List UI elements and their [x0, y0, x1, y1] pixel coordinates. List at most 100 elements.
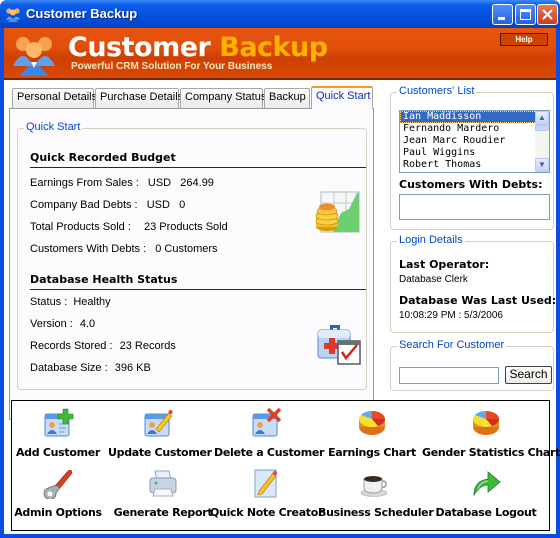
status-value: Healthy [73, 296, 111, 308]
version-row: Version : 4.0 [30, 318, 95, 330]
earnings-value: USD 264.99 [147, 177, 214, 189]
pie-chart-icon [473, 411, 499, 435]
db-size-label: Database Size : [30, 362, 108, 374]
earnings-label: Earnings From Sales : [30, 177, 139, 189]
update-customer-icon [144, 410, 173, 437]
search-customer-label: Search For Customer [397, 339, 507, 351]
coffee-cup-icon [360, 476, 388, 497]
add-customer-icon [44, 408, 74, 437]
quick-start-group: Quick Start Quick Recorded Budget Earnin… [17, 121, 367, 390]
brand-tagline: Powerful CRM Solution For Your Business [71, 61, 273, 72]
delete-customer-icon [252, 407, 282, 437]
admin-options-label: Admin Options [14, 506, 102, 519]
records-row: Records Stored : 23 Records [30, 340, 176, 352]
customers-list-scrollbar[interactable]: ▲ ▼ [535, 111, 549, 172]
database-logout-button[interactable]: Database Logout [432, 467, 540, 519]
tab-purchase-details[interactable]: Purchase Details [95, 88, 183, 108]
budget-divider [30, 167, 366, 168]
maximize-button[interactable] [515, 4, 536, 25]
add-customer-button[interactable]: Add Customer [14, 407, 102, 459]
quick-note-creator-button[interactable]: Quick Note Creator [210, 467, 324, 519]
customers-group-logo-icon [13, 37, 55, 76]
customer-list-item[interactable]: Fernando Mardero [400, 123, 549, 135]
customer-list-item[interactable]: Jean Marc Roudier [400, 135, 549, 147]
customers-list-label: Customers' List [397, 85, 477, 97]
records-value: 23 Records [119, 340, 176, 352]
generate-report-label: Generate Report [113, 506, 213, 519]
business-scheduler-button[interactable]: Business Scheduler [318, 467, 434, 519]
note-pencil-icon [254, 469, 278, 498]
earnings-chart-button[interactable]: Earnings Chart [324, 407, 420, 459]
earnings-chart-label: Earnings Chart [328, 446, 416, 459]
add-customer-label: Add Customer [15, 446, 101, 459]
health-divider [30, 289, 366, 290]
app-window: Customer Backup Customer Backup Powerful… [0, 0, 560, 538]
customer-list-item[interactable]: Paul Wiggins [400, 147, 549, 159]
help-button[interactable]: Help [500, 33, 548, 46]
products-sold-value: 23 Products Sold [143, 221, 228, 233]
records-label: Records Stored : [30, 340, 113, 352]
gender-statistics-chart-label: Gender Statistics Chart [422, 446, 560, 459]
earnings-coins-chart-icon [315, 191, 360, 233]
delete-customer-button[interactable]: Delete a Customer [214, 407, 324, 459]
search-button[interactable]: Search [505, 366, 552, 384]
status-row: Status : Healthy [30, 296, 111, 308]
products-sold-row: Total Products Sold : 23 Products Sold [30, 221, 228, 233]
business-scheduler-label: Business Scheduler [318, 506, 434, 519]
customers-with-debts-list[interactable] [399, 194, 550, 220]
gender-statistics-chart-button[interactable]: Gender Statistics Chart [422, 407, 560, 459]
close-button[interactable] [537, 4, 558, 25]
minimize-button[interactable] [492, 4, 513, 25]
customers-debts-label: Customers With Debts : [30, 243, 147, 255]
last-operator-value: Database Clerk [399, 274, 468, 285]
logout-arrow-icon [473, 471, 501, 497]
bad-debts-value: USD 0 [146, 199, 186, 211]
window-title: Customer Backup [26, 6, 138, 21]
scroll-down-icon[interactable]: ▼ [535, 158, 549, 172]
search-input[interactable] [399, 367, 499, 384]
tab-company-status[interactable]: Company Status [180, 88, 266, 108]
client-area: Customer Backup Powerful CRM Solution Fo… [4, 28, 560, 534]
right-sidebar: Customers' List Ian Maddisson Fernando M… [382, 80, 556, 420]
minimize-icon [498, 17, 505, 20]
quick-note-creator-label: Quick Note Creator [210, 506, 324, 519]
medical-kit-checklist-icon [317, 325, 361, 365]
earnings-row: Earnings From Sales : USD 264.99 [30, 177, 214, 189]
brand-name-accent: Backup [219, 32, 328, 63]
tab-backup[interactable]: Backup [264, 88, 310, 108]
db-size-value: 396 KB [114, 362, 151, 374]
app-header-banner: Customer Backup Powerful CRM Solution Fo… [4, 28, 556, 80]
bad-debts-label: Company Bad Debts : [30, 199, 138, 211]
health-section-title: Database Health Status [30, 273, 178, 286]
customers-debts-value: 0 Customers [155, 243, 218, 255]
customer-list-item[interactable]: Ian Maddisson [400, 111, 549, 123]
login-details-group: Login Details Last Operator: Database Cl… [390, 234, 557, 333]
title-bar[interactable]: Customer Backup [0, 0, 560, 28]
tab-personal-details[interactable]: Personal Details [12, 88, 97, 108]
database-logout-label: Database Logout [435, 506, 537, 519]
customers-debts-row: Customers With Debts : 0 Customers [30, 243, 218, 255]
wrench-icon [43, 470, 73, 500]
tab-quick-start[interactable]: Quick Start [311, 86, 373, 109]
quick-start-group-label: Quick Start [24, 121, 83, 133]
pie-chart-icon [359, 411, 385, 435]
bad-debts-row: Company Bad Debts : USD 0 [30, 199, 185, 211]
update-customer-button[interactable]: Update Customer [108, 407, 212, 459]
customer-list-item[interactable]: Robert Thomas [400, 159, 549, 171]
version-value: 4.0 [79, 318, 96, 330]
scroll-up-icon[interactable]: ▲ [535, 111, 549, 125]
generate-report-button[interactable]: Generate Report [108, 467, 218, 519]
customers-with-debts-label: Customers With Debts: [399, 178, 543, 191]
admin-options-button[interactable]: Admin Options [14, 467, 102, 519]
db-size-row: Database Size : 396 KB [30, 362, 151, 374]
customers-listbox[interactable]: Ian Maddisson Fernando Mardero Jean Marc… [399, 110, 550, 173]
scrollbar-thumb[interactable] [535, 125, 549, 131]
products-sold-label: Total Products Sold : [30, 221, 131, 233]
last-operator-label: Last Operator: [399, 258, 490, 271]
app-icon [6, 8, 20, 22]
brand-title: Customer Backup [68, 32, 328, 63]
last-used-label: Database Was Last Used: [399, 294, 557, 307]
maximize-icon [520, 9, 531, 20]
quick-start-panel: Quick Start Quick Recorded Budget Earnin… [9, 108, 374, 420]
budget-section-title: Quick Recorded Budget [30, 151, 176, 164]
